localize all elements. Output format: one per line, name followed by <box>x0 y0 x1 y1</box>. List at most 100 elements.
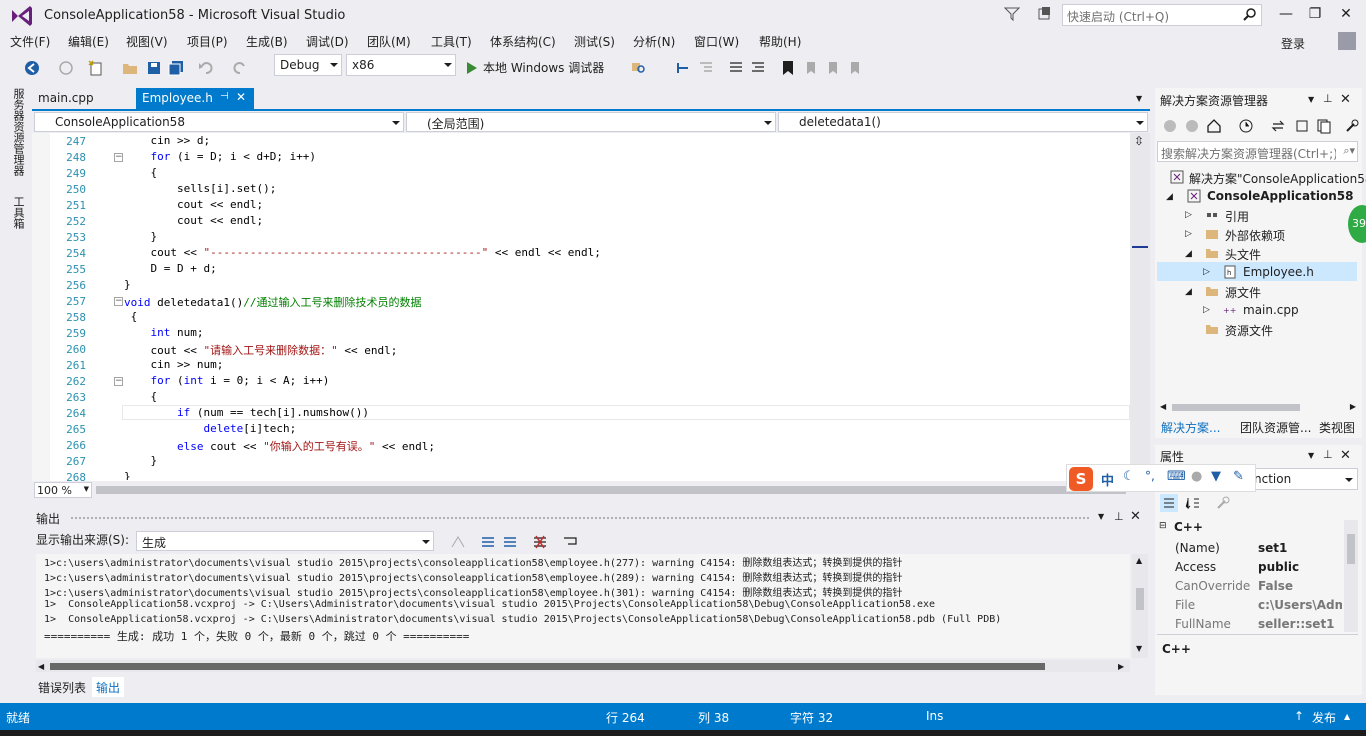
filter-icon[interactable] <box>1004 6 1020 22</box>
clear-all-icon[interactable] <box>532 534 548 550</box>
menu-team[interactable]: 团队(M) <box>367 33 411 50</box>
solution-search-input[interactable]: 搜索解决方案资源管理器(Ctrl+;) ⌕▾ <box>1157 141 1358 162</box>
tree-main-cpp[interactable]: main.cpp <box>1243 303 1299 317</box>
split-editor-icon[interactable]: ⇳ <box>1134 134 1144 148</box>
publish-dropdown-icon[interactable]: ▲ <box>1344 712 1350 721</box>
output-source-select[interactable]: 生成 <box>136 531 434 551</box>
scroll-right-icon[interactable]: ▶ <box>1118 662 1124 671</box>
scroll-thumb[interactable] <box>1136 588 1144 610</box>
publish-button[interactable]: 发布 <box>1312 709 1336 726</box>
menu-architecture[interactable]: 体系结构(C) <box>490 33 556 50</box>
close-button[interactable]: ✕ <box>1334 4 1358 24</box>
menu-window[interactable]: 窗口(W) <box>694 33 739 50</box>
output-pin-icon[interactable]: ⊥ <box>1114 510 1124 523</box>
menu-edit[interactable]: 编辑(E) <box>68 33 109 50</box>
scroll-thumb[interactable] <box>1347 534 1355 564</box>
moon-icon[interactable]: ☾ <box>1123 469 1135 484</box>
scroll-right-icon[interactable]: ▶ <box>1350 402 1356 411</box>
keyboard-icon[interactable]: ⌨ <box>1167 469 1186 484</box>
se-close-icon[interactable]: ✕ <box>1340 92 1351 107</box>
se-dropdown-icon[interactable]: ▼ <box>1308 95 1314 104</box>
maximize-button[interactable]: ❐ <box>1303 4 1327 24</box>
collapse-all-icon[interactable] <box>1294 118 1310 134</box>
prev-bookmark-icon[interactable] <box>802 60 818 76</box>
scroll-left-icon[interactable]: ◀ <box>38 662 44 671</box>
show-all-files-icon[interactable] <box>1316 118 1332 134</box>
tree-solution[interactable]: 解决方案"ConsoleApplication58" <box>1189 170 1366 187</box>
categorized-icon[interactable] <box>1160 494 1178 512</box>
property-row[interactable]: File c:\Users\Adm <box>1172 596 1342 615</box>
property-row[interactable]: Access public <box>1172 558 1342 577</box>
collapsed-arrow-icon[interactable]: ▷ <box>1185 210 1192 220</box>
search-icon[interactable]: ⌕▾ <box>1343 144 1355 158</box>
run-debugger-button[interactable]: 本地 Windows 调试器 <box>483 59 604 76</box>
output-vertical-scrollbar[interactable]: ▲ ▼ <box>1132 554 1148 658</box>
server-explorer-tab[interactable]: 服务器资源管理器 <box>10 88 26 176</box>
prop-pin-icon[interactable]: ⊥ <box>1323 448 1333 461</box>
find-message-icon[interactable] <box>450 534 466 550</box>
forward-icon[interactable] <box>58 60 74 76</box>
close-tab-icon[interactable]: ✕ <box>236 90 246 104</box>
menu-analyze[interactable]: 分析(N) <box>633 33 675 50</box>
tree-employee-h[interactable]: Employee.h <box>1243 265 1314 279</box>
tab-dropdown-icon[interactable]: ▼ <box>1136 94 1142 103</box>
save-all-icon[interactable] <box>168 60 184 76</box>
user-icon[interactable]: ● <box>1191 469 1202 484</box>
prop-close-icon[interactable]: ✕ <box>1340 448 1351 463</box>
search-icon[interactable] <box>1243 8 1257 22</box>
tab-team-explorer[interactable]: 团队资源管... <box>1240 419 1311 436</box>
quick-launch-input[interactable]: 快速启动 (Ctrl+Q) <box>1062 4 1262 26</box>
config-select[interactable]: Debug <box>274 54 342 76</box>
fold-toggle-icon[interactable]: − <box>114 153 123 162</box>
redo-icon[interactable] <box>232 60 248 76</box>
tab-output[interactable]: 输出 <box>92 677 125 697</box>
tab-class-view[interactable]: 类视图 <box>1319 419 1355 436</box>
alphabetical-icon[interactable] <box>1184 494 1202 512</box>
notification-icon[interactable] <box>1036 6 1052 22</box>
tree-project[interactable]: ConsoleApplication58 <box>1207 189 1353 203</box>
collapsed-arrow-icon[interactable]: ▷ <box>1185 229 1192 239</box>
zoom-select[interactable]: 100 % ▼ <box>34 482 92 498</box>
property-row[interactable]: (Name) set1 <box>1172 539 1342 558</box>
play-icon[interactable] <box>464 60 480 76</box>
bookmark-icon[interactable] <box>780 60 796 76</box>
pin-icon[interactable]: ⊣ <box>220 91 229 102</box>
home-icon[interactable] <box>1206 118 1222 134</box>
scroll-left-icon[interactable]: ◀ <box>1160 402 1166 411</box>
output-hscroll-thumb[interactable] <box>50 663 1045 670</box>
se-forward-icon[interactable] <box>1184 118 1200 134</box>
menu-project[interactable]: 项目(P) <box>187 33 228 50</box>
scroll-down-icon[interactable]: ▼ <box>1136 644 1142 653</box>
se-back-icon[interactable] <box>1162 118 1178 134</box>
tree-references[interactable]: 引用 <box>1225 208 1249 225</box>
uncomment-icon[interactable] <box>750 60 766 76</box>
menu-debug[interactable]: 调试(D) <box>306 33 349 50</box>
publish-up-icon[interactable]: ↑ <box>1294 709 1304 723</box>
next-bookmark-icon[interactable] <box>824 60 840 76</box>
open-file-icon[interactable] <box>122 60 138 76</box>
collapsed-arrow-icon[interactable]: ▷ <box>1203 267 1210 277</box>
scroll-up-icon[interactable]: ▲ <box>1136 556 1142 565</box>
prop-dropdown-icon[interactable]: ▼ <box>1308 451 1314 460</box>
ime-toolbar[interactable]: S 中 ☾ °, ⌨ ● ▼ ✎ <box>1066 464 1256 492</box>
menu-help[interactable]: 帮助(H) <box>759 33 801 50</box>
property-row[interactable]: CanOverride False <box>1172 577 1342 596</box>
indent-icon[interactable] <box>698 60 714 76</box>
editor-horizontal-scrollbar[interactable] <box>96 486 1126 494</box>
fold-toggle-icon[interactable]: − <box>114 377 123 386</box>
editor-vertical-scrollbar[interactable] <box>1130 133 1150 481</box>
fold-toggle-icon[interactable]: − <box>114 297 123 306</box>
skin-icon[interactable]: ▼ <box>1211 469 1221 484</box>
save-icon[interactable] <box>146 60 162 76</box>
punctuation-icon[interactable]: °, <box>1145 469 1155 483</box>
collapsed-arrow-icon[interactable]: ▷ <box>1203 305 1210 315</box>
menu-build[interactable]: 生成(B) <box>246 33 288 50</box>
expand-arrow-icon[interactable]: ◢ <box>1166 192 1173 202</box>
property-pages-icon[interactable] <box>1214 494 1232 512</box>
tab-main-cpp[interactable]: main.cpp <box>32 88 100 109</box>
properties-wrench-icon[interactable] <box>1344 118 1360 134</box>
output-text-area[interactable]: 1>c:\users\administrator\documents\visua… <box>36 554 1130 658</box>
scope-select[interactable]: (全局范围) <box>406 112 776 132</box>
se-horizontal-scrollbar[interactable]: ◀ ▶ <box>1160 402 1356 412</box>
tab-employee-h[interactable]: Employee.h ⊣ ✕ <box>136 88 254 109</box>
